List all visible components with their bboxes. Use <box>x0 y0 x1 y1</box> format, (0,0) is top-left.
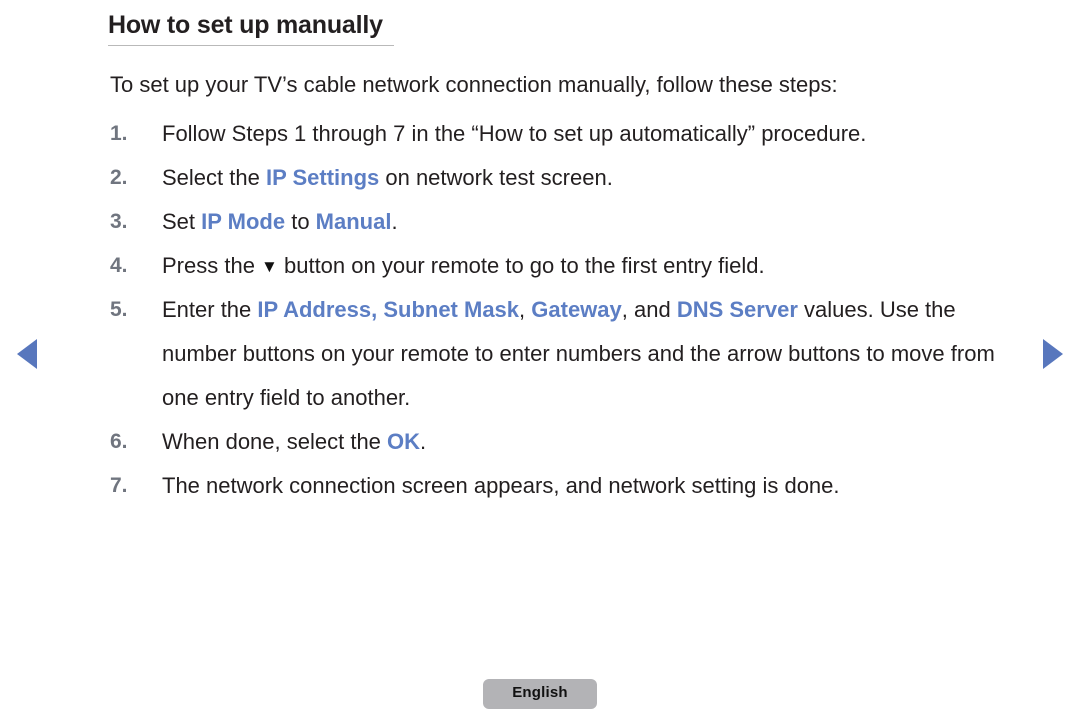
step-text: Follow Steps 1 through 7 in the “How to … <box>162 112 1000 156</box>
step-item: 1. Follow Steps 1 through 7 in the “How t… <box>110 112 1000 156</box>
text-run: on network test screen. <box>379 165 613 190</box>
text-run: The network connection screen appears, a… <box>162 473 840 498</box>
intro-paragraph: To set up your TV’s cable network connec… <box>110 72 838 97</box>
step-text: Select the IP Settings on network test s… <box>162 156 1000 200</box>
triangle-down-icon: ▼ <box>261 257 278 276</box>
keyword-term: OK <box>387 429 421 454</box>
step-item: 2. Select the IP Settings on network test… <box>110 156 1000 200</box>
keyword-term: IP Mode <box>201 209 286 234</box>
step-number: 7. <box>110 474 128 497</box>
keyword-term: Gateway <box>531 297 622 322</box>
text-run: Follow Steps 1 through 7 in the “How to … <box>162 121 867 146</box>
step-text: Enter the IP Address, Subnet Mask, Gatew… <box>162 288 1000 420</box>
text-run: Enter the <box>162 297 258 322</box>
heading-block: How to set up manually <box>108 10 398 46</box>
text-run: , <box>519 297 532 322</box>
step-number: 6. <box>110 430 128 453</box>
step-number: 3. <box>110 210 128 233</box>
triangle-right-icon[interactable] <box>1043 339 1063 369</box>
text-run: , and <box>621 297 677 322</box>
step-item: 5. Enter the IP Address, Subnet Mask, Gat… <box>110 288 1000 420</box>
step-number: 1. <box>110 122 128 145</box>
text-run: . <box>391 209 398 234</box>
content-body: To set up your TV’s cable network connec… <box>110 68 1000 508</box>
text-run: button on your remote to go to the first… <box>277 253 765 278</box>
text-run: Set <box>162 209 202 234</box>
text-run: Select the <box>162 165 266 190</box>
step-item: 6. When done, select the OK. <box>110 420 1000 464</box>
manual-page: How to set up manually To set up your TV… <box>0 0 1080 709</box>
triangle-left-icon[interactable] <box>17 339 37 369</box>
text-run: When done, select the <box>162 429 388 454</box>
step-number: 2. <box>110 166 128 189</box>
text-run: to <box>285 209 316 234</box>
keyword-term: IP Settings <box>265 165 380 190</box>
step-text: The network connection screen appears, a… <box>162 464 1000 508</box>
steps-list: 1. Follow Steps 1 through 7 in the “How t… <box>110 112 1000 508</box>
text-run: . <box>420 429 427 454</box>
keyword-term: Manual <box>315 209 392 234</box>
step-number: 4. <box>110 254 128 277</box>
step-text: Set IP Mode to Manual. <box>162 200 1000 244</box>
step-item: 7. The network connection screen appears,… <box>110 464 1000 508</box>
keyword-term: DNS Server <box>676 297 798 322</box>
heading-underline-rule <box>108 45 394 46</box>
step-number: 5. <box>110 298 128 321</box>
step-item: 3. Set IP Mode to Manual. <box>110 200 1000 244</box>
page-title: How to set up manually <box>108 11 383 39</box>
step-text: When done, select the OK. <box>162 420 1000 464</box>
text-run: Press the <box>162 253 262 278</box>
step-item: 4. Press the ▼ button on your remote to g… <box>110 244 1000 288</box>
keyword-term: IP Address, Subnet Mask <box>257 297 520 322</box>
step-text: Press the ▼ button on your remote to go … <box>162 244 1000 288</box>
